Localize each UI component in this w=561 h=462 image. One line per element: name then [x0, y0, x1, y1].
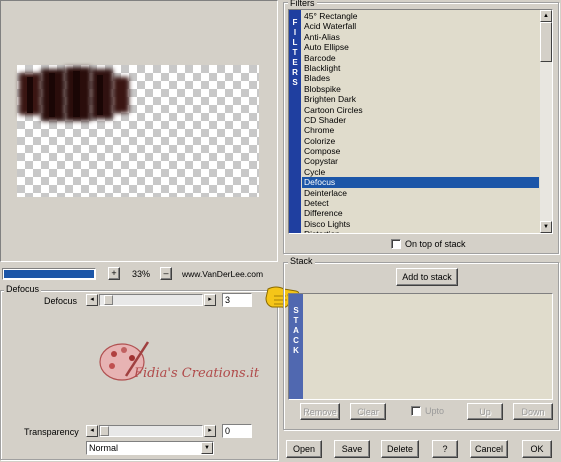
- transparency-slider[interactable]: [99, 425, 203, 437]
- filter-item[interactable]: Chrome: [302, 125, 539, 135]
- stack-group-title: Stack: [288, 256, 315, 266]
- filter-item[interactable]: Detect: [302, 198, 539, 208]
- sidebar-letter: T: [293, 316, 299, 325]
- preview-panel: [0, 0, 278, 262]
- transparency-value-field[interactable]: 0: [222, 424, 252, 438]
- filters-listbox[interactable]: FILTERS 45° Rectangle Acid Waterfall Anti-…: [288, 9, 553, 234]
- filter-item[interactable]: Disco Lights: [302, 219, 539, 229]
- sidebar-letter: S: [293, 306, 299, 315]
- open-button[interactable]: Open: [286, 440, 322, 458]
- filter-item[interactable]: Blacklight: [302, 63, 539, 73]
- help-button[interactable]: ?: [432, 440, 458, 458]
- add-to-stack-button[interactable]: Add to stack: [396, 268, 458, 286]
- transparency-increment[interactable]: ▸: [204, 425, 216, 437]
- filter-item[interactable]: Barcode: [302, 53, 539, 63]
- stack-sidebar-letters: STACK: [289, 294, 303, 356]
- upto-checkbox[interactable]: [411, 406, 421, 416]
- transparency-decrement[interactable]: ◂: [86, 425, 98, 437]
- zoom-value: 33%: [131, 269, 150, 279]
- sidebar-letter: K: [293, 346, 299, 355]
- ok-button[interactable]: OK: [522, 440, 552, 458]
- stack-sidebar: STACK: [289, 294, 303, 399]
- save-button[interactable]: Save: [334, 440, 370, 458]
- preview-blob: [17, 67, 135, 123]
- filter-item[interactable]: Distortion: [302, 229, 539, 233]
- sidebar-letter: F: [292, 18, 298, 27]
- transparency-slider-thumb[interactable]: [100, 426, 109, 436]
- filters-list: 45° Rectangle Acid Waterfall Anti-Alias Aut…: [302, 11, 539, 233]
- sidebar-letter: L: [292, 38, 298, 47]
- progress-fill: [4, 270, 94, 278]
- filter-item[interactable]: Compose: [302, 146, 539, 156]
- filter-item[interactable]: Auto Ellipse: [302, 42, 539, 52]
- sidebar-letter: A: [293, 326, 299, 335]
- zoom-out-button[interactable]: –: [160, 267, 172, 280]
- filter-item[interactable]: 45° Rectangle: [302, 11, 539, 21]
- on-top-of-stack-checkbox[interactable]: [391, 239, 401, 249]
- progress-bar: [2, 268, 96, 280]
- up-button[interactable]: Up: [467, 403, 503, 420]
- defocus-decrement[interactable]: ◂: [86, 294, 98, 306]
- transparency-label: Transparency: [24, 427, 79, 437]
- on-top-of-stack-label: On top of stack: [405, 239, 466, 249]
- filter-item[interactable]: Copystar: [302, 156, 539, 166]
- cancel-button[interactable]: Cancel: [470, 440, 508, 458]
- filter-item[interactable]: Cartoon Circles: [302, 105, 539, 115]
- stack-listbox[interactable]: STACK: [288, 293, 553, 400]
- param-group-title: Defocus: [4, 284, 42, 294]
- defocus-value-field[interactable]: 3: [222, 293, 252, 307]
- scroll-thumb[interactable]: [540, 22, 552, 62]
- filters-group-title: Filters: [288, 0, 317, 8]
- filter-item[interactable]: Cycle: [302, 167, 539, 177]
- sidebar-letter: T: [292, 48, 298, 57]
- watermark-logo: Fidia's Creations.it: [96, 336, 260, 392]
- defocus-label: Defocus: [44, 296, 78, 306]
- filter-item[interactable]: Deinterlace: [302, 188, 539, 198]
- sidebar-letter: E: [292, 58, 298, 67]
- filter-item[interactable]: Blades: [302, 73, 539, 83]
- scroll-up-icon[interactable]: ▲: [540, 10, 552, 22]
- blend-mode-select[interactable]: Normal ▼: [86, 441, 214, 455]
- remove-button[interactable]: Remove: [300, 403, 340, 420]
- defocus-slider-thumb[interactable]: [104, 295, 113, 305]
- watermark-text: Fidia's Creations.it: [134, 366, 260, 381]
- filter-item[interactable]: Acid Waterfall: [302, 21, 539, 31]
- filters-sidebar-letters: FILTERS: [289, 10, 301, 88]
- defocus-increment[interactable]: ▸: [204, 294, 216, 306]
- preview-image[interactable]: [17, 65, 259, 197]
- filter-item[interactable]: Blobspike: [302, 84, 539, 94]
- chevron-down-icon[interactable]: ▼: [201, 442, 213, 454]
- filter-item[interactable]: Defocus: [302, 177, 539, 188]
- sidebar-letter: R: [292, 68, 298, 77]
- sidebar-letter: S: [292, 78, 298, 87]
- sidebar-letter: C: [293, 336, 299, 345]
- filter-item[interactable]: CD Shader: [302, 115, 539, 125]
- defocus-slider[interactable]: [99, 294, 203, 306]
- website-label[interactable]: www.VanDerLee.com: [182, 268, 263, 280]
- delete-button[interactable]: Delete: [381, 440, 419, 458]
- down-button[interactable]: Down: [513, 403, 553, 420]
- zoom-in-button[interactable]: +: [108, 267, 120, 280]
- clear-button[interactable]: Clear: [350, 403, 386, 420]
- blend-mode-value: Normal: [89, 443, 119, 453]
- filters-sidebar: FILTERS: [289, 10, 301, 233]
- filter-item[interactable]: Colorize: [302, 136, 539, 146]
- upto-label: Upto: [425, 406, 445, 416]
- filter-item[interactable]: Brighten Dark: [302, 94, 539, 104]
- filters-scrollbar[interactable]: ▲ ▼: [540, 10, 552, 233]
- scroll-down-icon[interactable]: ▼: [540, 221, 552, 233]
- sidebar-letter: I: [293, 28, 297, 37]
- filter-item[interactable]: Difference: [302, 208, 539, 218]
- filter-item[interactable]: Anti-Alias: [302, 32, 539, 42]
